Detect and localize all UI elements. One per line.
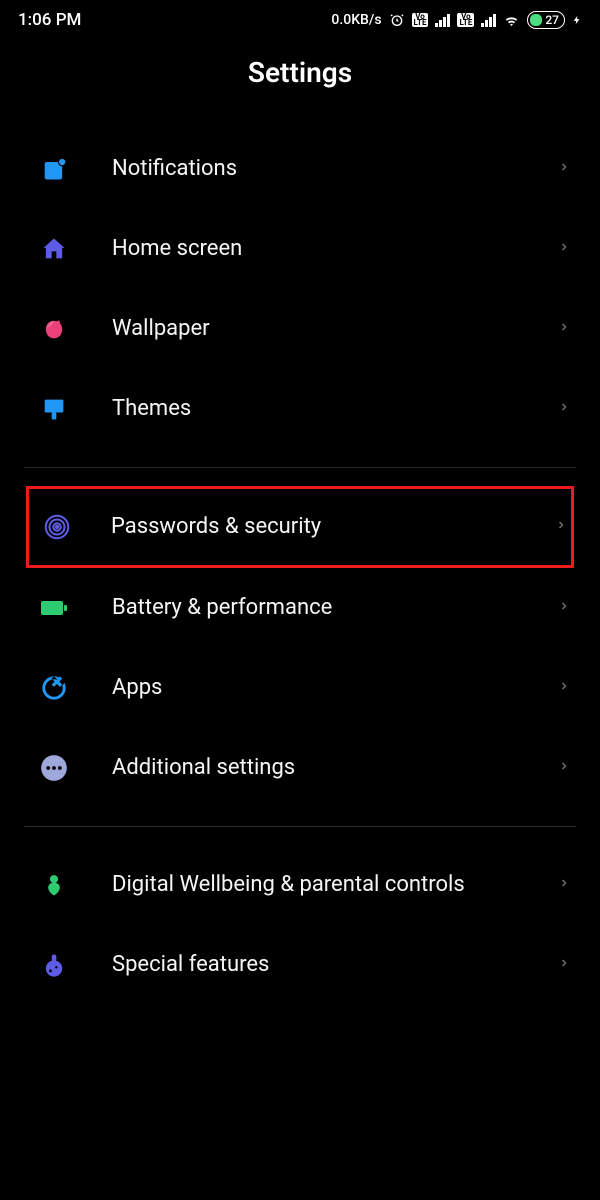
item-label: Themes [112, 395, 558, 424]
volte-badge-1: VoLTE [412, 13, 429, 28]
item-label: Battery & performance [112, 594, 558, 623]
chevron-right-icon [558, 676, 570, 700]
settings-item-apps[interactable]: Apps [0, 648, 600, 728]
charging-icon [572, 12, 582, 28]
signal-bars-2 [481, 13, 496, 27]
chevron-right-icon [558, 873, 570, 897]
chevron-right-icon [558, 237, 570, 261]
status-bar: 1:06 PM 0.0KB/s VoLTE VoLTE 27 [0, 0, 600, 36]
item-label: Apps [112, 674, 558, 703]
themes-icon [38, 393, 70, 425]
item-label: Wallpaper [112, 315, 558, 344]
item-label: Notifications [112, 155, 558, 184]
chevron-right-icon [558, 596, 570, 620]
wellbeing-icon [38, 869, 70, 901]
fingerprint-icon [41, 511, 73, 543]
chevron-right-icon [558, 397, 570, 421]
settings-list: Notifications Home screen Wallpaper Them… [0, 129, 600, 1005]
signal-bars-1 [435, 13, 450, 27]
settings-item-wallpaper[interactable]: Wallpaper [0, 289, 600, 369]
page-title: Settings [0, 56, 600, 89]
settings-item-notifications[interactable]: Notifications [0, 129, 600, 209]
item-label: Digital Wellbeing & parental controls [112, 871, 558, 900]
settings-item-home-screen[interactable]: Home screen [0, 209, 600, 289]
battery-percent: 27 [545, 13, 559, 27]
data-speed-label: 0.0KB/s [331, 12, 381, 28]
battery-icon [38, 592, 70, 624]
home-icon [38, 233, 70, 265]
notifications-icon [38, 153, 70, 185]
settings-item-additional-settings[interactable]: Additional settings [0, 728, 600, 808]
alarm-icon [389, 12, 405, 28]
settings-item-themes[interactable]: Themes [0, 369, 600, 449]
chevron-right-icon [555, 515, 567, 539]
wallpaper-icon [38, 313, 70, 345]
status-time: 1:06 PM [18, 10, 81, 30]
item-label: Passwords & security [111, 513, 555, 542]
status-right-cluster: 0.0KB/s VoLTE VoLTE 27 [331, 11, 582, 29]
wifi-icon [503, 12, 520, 29]
settings-item-battery-performance[interactable]: Battery & performance [0, 568, 600, 648]
chevron-right-icon [558, 756, 570, 780]
section-divider [24, 826, 576, 827]
item-label: Special features [112, 951, 558, 980]
settings-item-special-features[interactable]: Special features [0, 925, 600, 1005]
item-label: Home screen [112, 235, 558, 264]
more-icon [38, 752, 70, 784]
item-label: Additional settings [112, 754, 558, 783]
settings-item-passwords-security[interactable]: Passwords & security [26, 486, 574, 568]
apps-icon [38, 672, 70, 704]
chevron-right-icon [558, 317, 570, 341]
chevron-right-icon [558, 157, 570, 181]
volte-badge-2: VoLTE [457, 13, 474, 28]
section-divider [24, 467, 576, 468]
chevron-right-icon [558, 953, 570, 977]
settings-item-digital-wellbeing[interactable]: Digital Wellbeing & parental controls [0, 845, 600, 925]
battery-indicator: 27 [527, 11, 565, 29]
special-icon [38, 949, 70, 981]
